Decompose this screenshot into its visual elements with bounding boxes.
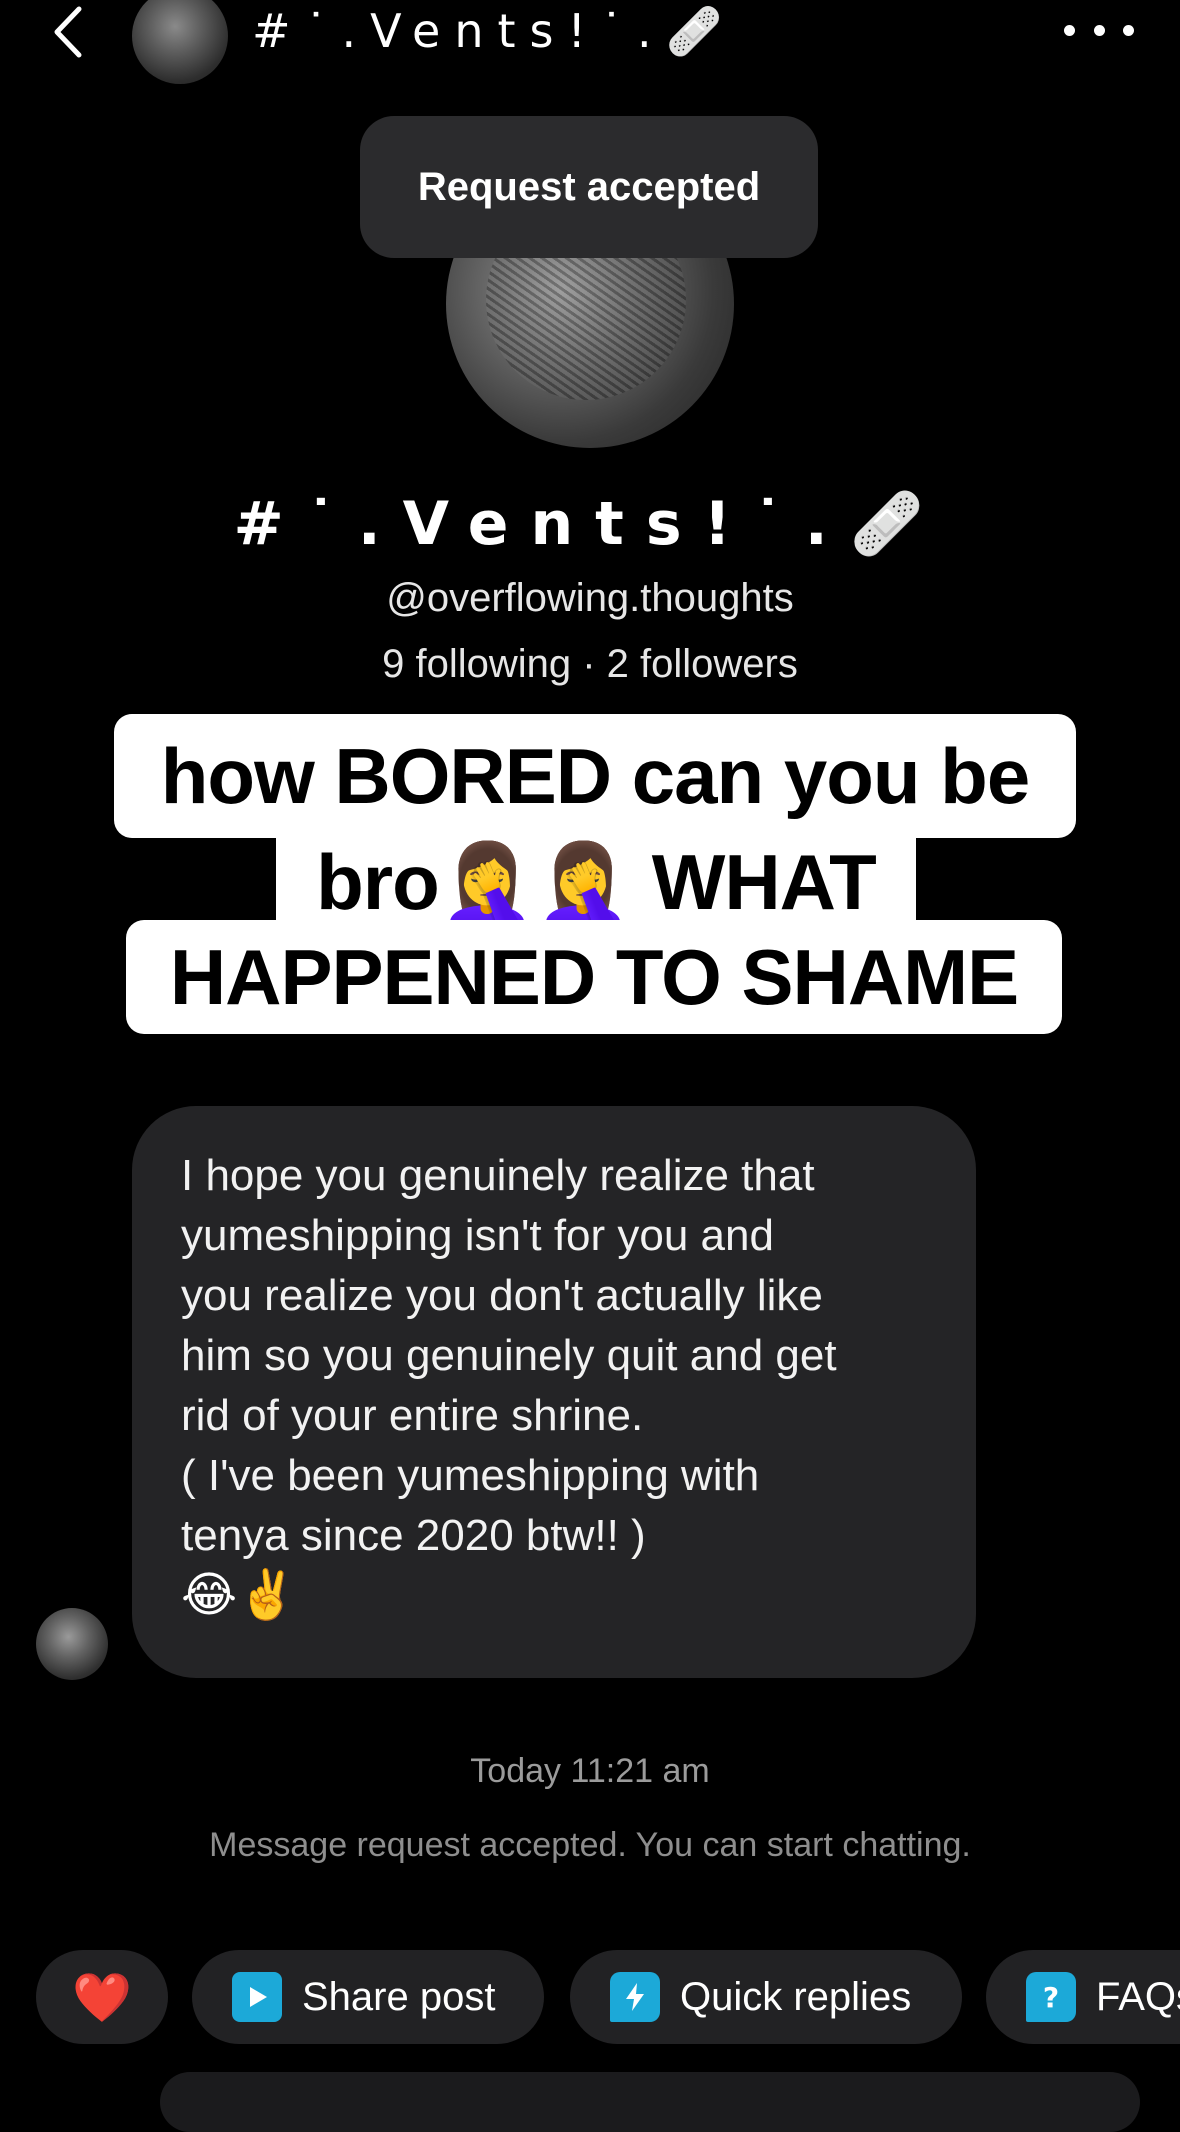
more-dot (1123, 24, 1134, 36)
heart-icon: ❤️ (72, 1971, 132, 2025)
heart-button[interactable]: ❤️ (36, 1950, 168, 2044)
caption-line-2: bro🤦‍♀️🤦‍♀️ WHAT (276, 838, 916, 928)
more-options-button[interactable] (1064, 10, 1134, 50)
profile-handle: @overflowing.thoughts (386, 576, 794, 620)
profile-stats: 9 following · 2 followers (382, 642, 798, 686)
faqs-button[interactable]: ? FAQs (986, 1950, 1180, 2044)
more-dot (1093, 24, 1105, 36)
share-post-label: Share post (302, 1974, 496, 2019)
more-horizontal-icon (1064, 24, 1075, 36)
header-avatar[interactable] (132, 0, 228, 84)
header-title[interactable]: #˙.Vents!˙.🩹 (252, 0, 737, 62)
caption-line-3: HAPPENED TO SHAME (126, 920, 1062, 1034)
message-input-bar[interactable] (160, 2072, 1140, 2132)
request-accepted-toast: Request accepted (360, 116, 818, 258)
quick-actions-bar: ❤️ Share post Quick replies ? FAQs (0, 1950, 1180, 2046)
message-bubble[interactable]: I hope you genuinely realize that yumesh… (132, 1106, 976, 1678)
svg-text:?: ? (1043, 1981, 1059, 2013)
message-emoji: 😂✌️ (181, 1569, 297, 1622)
caption-line-1: how BORED can you be (114, 714, 1076, 838)
top-bar: #˙.Vents!˙.🩹 (0, 0, 1180, 84)
system-note: Message request accepted. You can start … (209, 1826, 971, 1864)
question-icon: ? (1026, 1972, 1076, 2022)
sender-avatar[interactable] (36, 1608, 108, 1680)
message-timestamp: Today 11:21 am (470, 1752, 710, 1790)
chevron-left-icon (54, 6, 82, 58)
quick-replies-label: Quick replies (680, 1974, 912, 2019)
play-icon (232, 1972, 282, 2022)
quick-replies-button[interactable]: Quick replies (570, 1950, 962, 2044)
message-text: I hope you genuinely realize that yumesh… (181, 1151, 837, 1560)
faqs-label: FAQs (1096, 1974, 1180, 2019)
back-button[interactable] (38, 2, 98, 62)
profile-name: #˙.Vents!˙.🩹 (233, 489, 947, 559)
share-post-button[interactable]: Share post (192, 1950, 544, 2044)
lightning-icon (610, 1972, 660, 2022)
